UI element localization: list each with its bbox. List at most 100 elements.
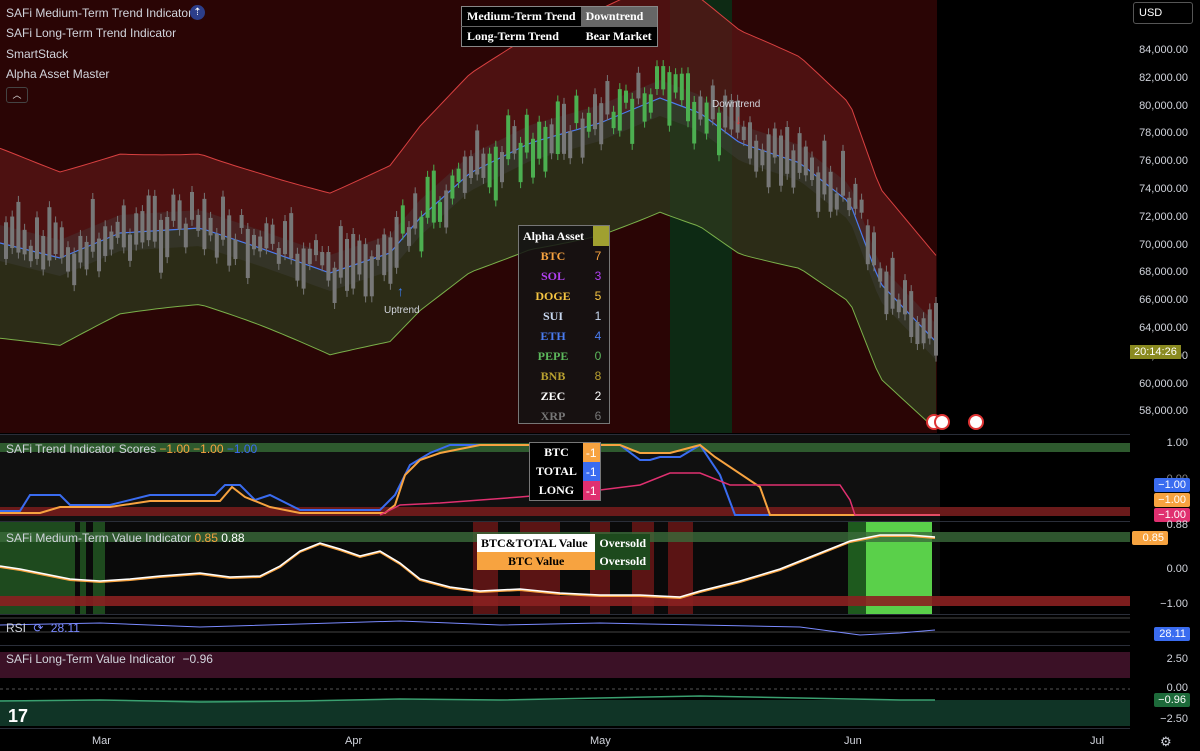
score-row: TOTAL -1 — [530, 462, 601, 481]
candle-body — [78, 235, 83, 263]
rsi-pane[interactable] — [0, 615, 1130, 645]
candle-body — [438, 202, 442, 222]
legend-alpha-asset[interactable]: Alpha Asset Master — [6, 67, 109, 81]
candle-body — [146, 195, 151, 241]
candle-body — [66, 247, 70, 272]
trend-scores-table: BTC -1 TOTAL -1 LONG -1 — [529, 442, 601, 501]
candle-body — [512, 126, 517, 154]
trend-score-v3: −1.00 — [226, 442, 258, 456]
candle-body — [803, 146, 808, 176]
value-status-table: BTC&TOTAL Value Oversold BTC Value Overs… — [477, 534, 650, 570]
candle-body — [332, 267, 337, 303]
trend-scores-legend: SAFi Trend Indicator Scores −1.00 −1.00 … — [6, 442, 257, 456]
candle-body — [103, 226, 108, 256]
candle-body — [878, 268, 883, 282]
candle-body — [785, 127, 790, 174]
candle-body — [816, 172, 821, 212]
us-flag-event-icon[interactable] — [934, 414, 950, 430]
score-name: BTC — [544, 445, 569, 459]
candle-body — [35, 217, 39, 259]
candle-body — [568, 131, 573, 159]
candle-body — [580, 118, 585, 158]
alpha-asset-rank: 7 — [594, 249, 602, 263]
candle-body — [493, 146, 498, 201]
candle-body — [245, 228, 250, 279]
price-axis-tick: 80,000.00 — [1139, 99, 1188, 112]
candle-body — [673, 74, 678, 93]
candle-body — [487, 153, 492, 188]
candle-body — [413, 193, 418, 229]
rsi-settings-icon[interactable]: ⟳ — [33, 621, 43, 635]
legend-medium-trend[interactable]: SAFi Medium-Term Trend Indicator — [6, 6, 192, 20]
candle-body — [289, 213, 294, 259]
legend-smartstack[interactable]: SmartStack — [6, 47, 68, 61]
uptrend-label: Uptrend — [384, 305, 420, 316]
score-name: TOTAL — [536, 464, 577, 478]
countdown-badge: 20:14:26 — [1130, 345, 1181, 359]
candle-body — [797, 133, 802, 173]
candle-body — [196, 214, 201, 231]
long-trend-label: Long-Term Trend — [461, 26, 581, 47]
alpha-row: ZEC 2 — [519, 386, 609, 406]
scores-badge-total: −1.00 — [1154, 478, 1190, 492]
candle-body — [537, 121, 542, 159]
uptrend-arrow-icon: ↑ — [397, 283, 404, 299]
candle-body — [717, 112, 721, 156]
settings-gear-icon[interactable]: ⚙ — [1160, 734, 1172, 750]
candle-body — [227, 215, 232, 266]
lv-axis-top: 2.50 — [1166, 653, 1188, 665]
currency-select[interactable]: USD — [1133, 2, 1193, 24]
btc-value-status: Oversold — [595, 552, 650, 570]
candle-body — [276, 248, 281, 264]
candle-body — [611, 111, 616, 129]
long-value-label: SAFi Long-Term Value Indicator — [6, 652, 176, 666]
medium-trend-label: Medium-Term Trend — [461, 6, 581, 27]
candle-body — [586, 112, 591, 132]
candle-body — [252, 234, 256, 250]
alpha-asset-rank: 0 — [594, 349, 602, 363]
candle-body — [462, 156, 467, 193]
settings-circle-icon[interactable]: ⇡ — [190, 5, 205, 20]
candle-body — [531, 138, 535, 178]
candle-body — [407, 227, 411, 246]
btc-total-value-label: BTC&TOTAL Value — [477, 534, 596, 552]
alpha-asset-rank: 1 — [594, 309, 602, 323]
trend-score-v1: −1.00 — [159, 442, 190, 456]
candle-body — [648, 94, 653, 113]
candle-body — [754, 140, 759, 172]
alpha-asset-name: XRP — [540, 408, 566, 423]
candle-body — [159, 219, 163, 273]
candle-body — [655, 66, 659, 90]
rsi-legend: RSI ⟳ 28.11 — [6, 621, 80, 635]
alpha-row: BTC 7 — [519, 246, 609, 266]
lv-axis-bot: −2.50 — [1160, 713, 1188, 725]
collapse-chevron-icon[interactable]: ︿ — [6, 87, 28, 103]
candle-body — [822, 140, 827, 195]
candle-body — [884, 271, 889, 315]
candle-body — [748, 122, 752, 159]
candle-body — [53, 222, 58, 255]
candle-body — [214, 233, 219, 258]
candle-body — [642, 93, 647, 122]
candle-body — [828, 171, 833, 212]
alpha-asset-rank: 3 — [594, 269, 602, 283]
tradingview-logo[interactable]: 17 — [8, 706, 28, 727]
time-axis[interactable]: Mar Apr May Jun Jul — [0, 729, 1130, 751]
alpha-asset-name: ZEC — [540, 388, 566, 403]
alpha-asset-rank: 8 — [594, 369, 602, 383]
long-value-value: −0.96 — [182, 652, 213, 666]
candle-body — [692, 101, 697, 144]
alpha-asset-name: DOGE — [535, 288, 571, 303]
alpha-asset-rank: 5 — [594, 289, 602, 303]
medium-value-v1: 0.85 — [194, 531, 218, 545]
candle-body — [921, 318, 926, 344]
legend-long-trend[interactable]: SAFi Long-Term Trend Indicator — [6, 26, 176, 40]
candle-body — [593, 94, 597, 130]
candle-body — [630, 98, 635, 144]
price-axis-tick: 78,000.00 — [1139, 127, 1188, 140]
us-flag-event-icon[interactable] — [968, 414, 984, 430]
candle-body — [810, 157, 814, 181]
candle-body — [841, 150, 845, 196]
candle-body — [859, 199, 864, 213]
candle-body — [134, 213, 139, 245]
